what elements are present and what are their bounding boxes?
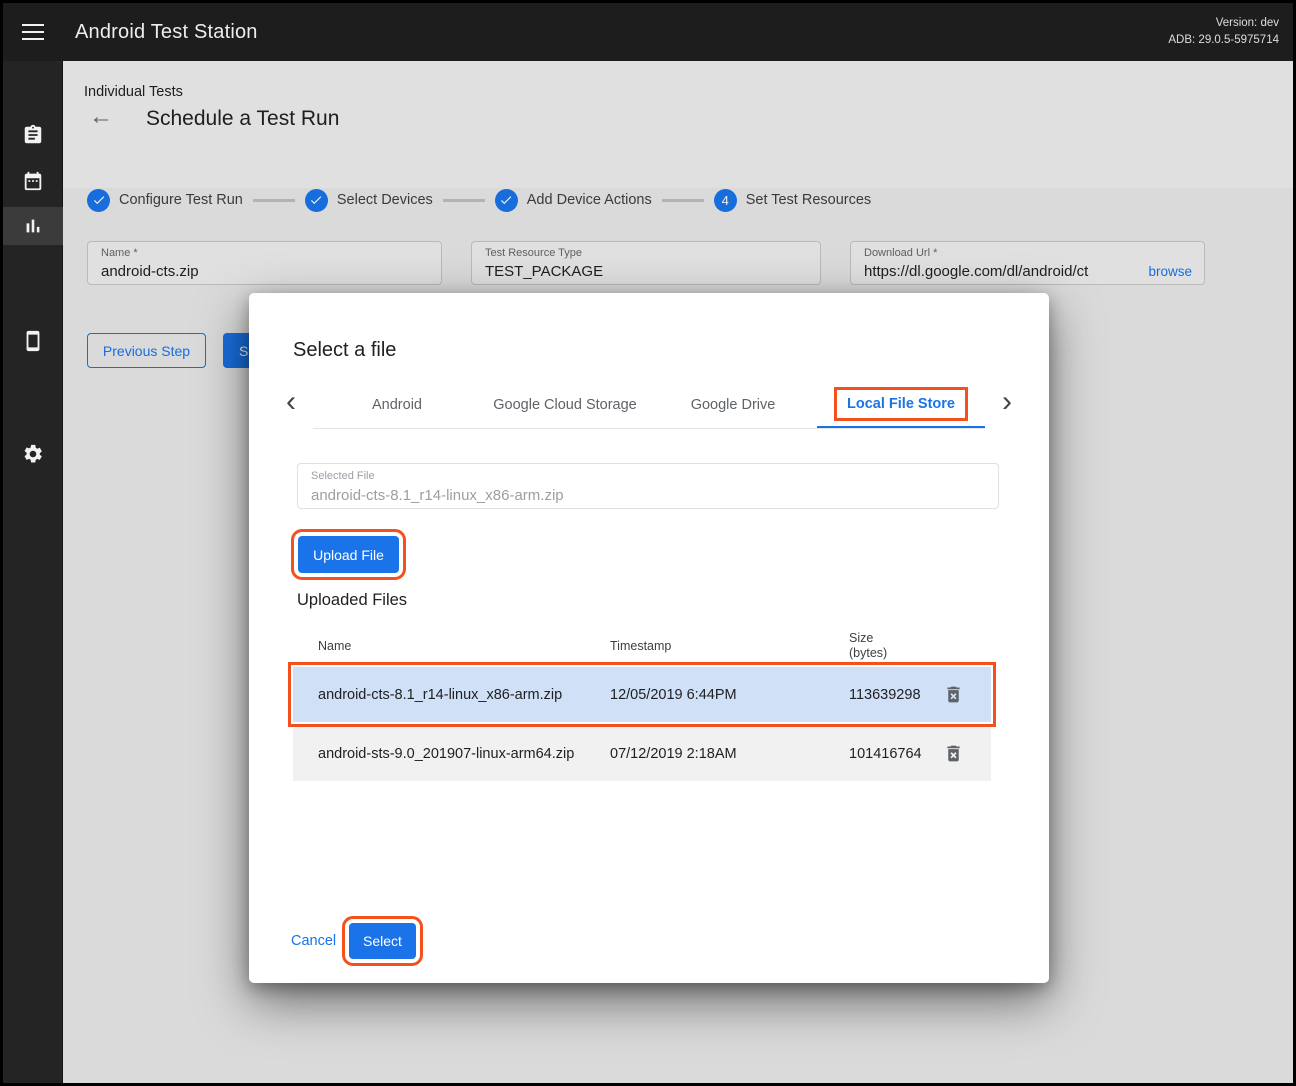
tab-android[interactable]: Android xyxy=(313,381,481,428)
uploaded-files-table: Name Timestamp Size (bytes) android-cts-… xyxy=(293,625,991,781)
tab-label: Google Cloud Storage xyxy=(493,397,637,413)
chevron-right-icon[interactable]: › xyxy=(985,381,1029,429)
table-row-selected[interactable]: android-cts-8.1_r14-linux_x86-arm.zip 12… xyxy=(293,667,991,722)
selected-file-value: android-cts-8.1_r14-linux_x86-arm.zip xyxy=(311,487,564,504)
file-name-cell: android-cts-8.1_r14-linux_x86-arm.zip xyxy=(293,687,610,703)
delete-file-button[interactable] xyxy=(933,734,973,774)
cancel-button[interactable]: Cancel xyxy=(291,933,336,949)
size-cell: 101416764 xyxy=(849,746,933,762)
tab-local-file-store[interactable]: Local File Store xyxy=(817,381,985,428)
delete-file-button[interactable] xyxy=(933,675,973,715)
uploaded-files-heading: Uploaded Files xyxy=(297,591,407,610)
selected-file-field[interactable]: Selected File android-cts-8.1_r14-linux_… xyxy=(297,463,999,509)
file-name-cell: android-sts-9.0_201907-linux-arm64.zip xyxy=(293,746,610,762)
trash-icon xyxy=(943,743,964,764)
trash-icon xyxy=(943,684,964,705)
upload-file-button[interactable]: Upload File xyxy=(298,536,399,573)
column-header-name: Name xyxy=(293,639,610,653)
size-header-line2: (bytes) xyxy=(849,646,933,661)
select-button[interactable]: Select xyxy=(349,923,416,959)
dialog-title: Select a file xyxy=(293,339,396,362)
timestamp-cell: 12/05/2019 6:44PM xyxy=(610,687,849,703)
tab-google-cloud-storage[interactable]: Google Cloud Storage xyxy=(481,381,649,428)
tab-label: Local File Store xyxy=(847,396,955,412)
tab-label: Google Drive xyxy=(691,397,776,413)
app-window: Android Test Station Version: dev ADB: 2… xyxy=(0,0,1296,1086)
highlight-annotation: Local File Store xyxy=(834,387,968,421)
column-header-size: Size (bytes) xyxy=(849,631,933,661)
tabs-strip: Android Google Cloud Storage Google Driv… xyxy=(313,381,985,429)
chevron-left-icon[interactable]: ‹ xyxy=(269,381,313,429)
selected-file-label: Selected File xyxy=(311,470,375,482)
tab-google-drive[interactable]: Google Drive xyxy=(649,381,817,428)
table-header-row: Name Timestamp Size (bytes) xyxy=(293,625,991,667)
size-header-line1: Size xyxy=(849,631,933,646)
table-row[interactable]: android-sts-9.0_201907-linux-arm64.zip 0… xyxy=(293,726,991,781)
size-cell: 113639298 xyxy=(849,687,933,703)
column-header-timestamp: Timestamp xyxy=(610,639,849,653)
tab-label: Android xyxy=(372,397,422,413)
select-file-dialog: Select a file ‹ Android Google Cloud Sto… xyxy=(249,293,1049,983)
timestamp-cell: 07/12/2019 2:18AM xyxy=(610,746,849,762)
file-source-tabs: ‹ Android Google Cloud Storage Google Dr… xyxy=(269,381,1029,429)
